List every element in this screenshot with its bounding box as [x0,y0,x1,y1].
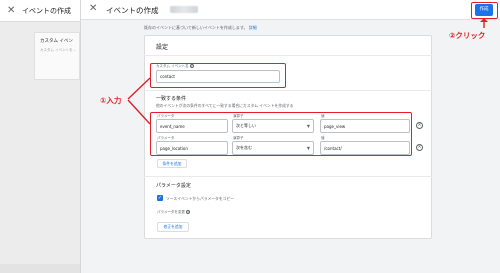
parameter-config-title: パラメータ設定 [156,183,191,189]
annotation-box-conditions [150,112,412,156]
blurred-property-name [170,6,198,13]
close-icon[interactable]: ✕ [89,3,97,14]
annotation-box-create [471,2,498,19]
copy-params-checkbox[interactable]: ✓ [157,195,163,201]
info-icon: ? [186,210,191,214]
divider [144,90,432,91]
matching-conditions-description: 他のイベントが次の条件のすべてに一致する場合にカスタム イベントを作成する [156,103,294,108]
settings-heading: 設定 [156,44,169,51]
background-page-title: イベントの作成 [22,7,71,15]
remove-condition-icon[interactable]: × [416,122,423,129]
background-footer [0,264,80,273]
add-modification-button[interactable]: 修正を追加 [157,222,189,232]
modify-params-label: パラメータを変更 ? [157,210,191,214]
divider [144,55,432,56]
divider [144,176,432,177]
drawer-header: ✕ イベントの作成 作成 [81,0,500,20]
annotation-input-label: ①入力 [100,96,122,105]
learn-more-link[interactable]: 詳細 [249,25,257,30]
remove-condition-icon[interactable]: × [416,144,423,151]
add-condition-button[interactable]: 条件を追加 [157,159,187,168]
matching-conditions-title: 一致する条件 [156,96,187,102]
close-icon[interactable]: ✕ [7,5,15,16]
background-card-title: カスタム イベン [40,39,73,44]
copy-params-label: ソースイベントからパラメータをコピー [166,196,235,201]
background-card-subtitle: カスタム イベントを... [40,48,76,52]
annotation-click-label: ②クリック [449,31,486,40]
annotation-box-event-name [150,63,286,88]
drawer-title: イベントの作成 [106,6,159,15]
intro-text: 既存のイベントに基づいて新しいイベントを作成します。 詳細 [144,25,257,30]
